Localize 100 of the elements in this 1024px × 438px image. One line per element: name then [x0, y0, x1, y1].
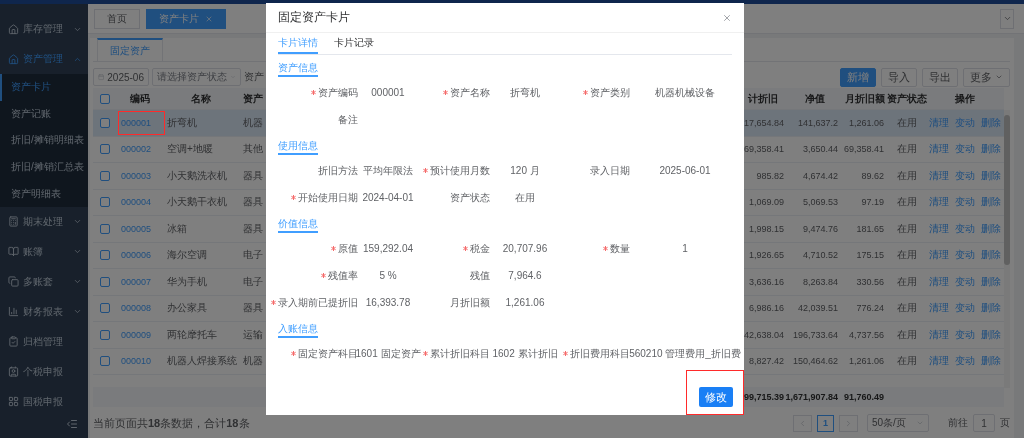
table-cell-text: 在用	[896, 115, 918, 130]
goto-label: 前往	[948, 416, 968, 430]
field-label: 开始使用日期	[298, 190, 358, 205]
table-cell-text: 华为手机	[166, 274, 208, 289]
field-label: 税金	[470, 241, 490, 256]
column-header: 名称	[191, 91, 211, 106]
table-cell-text: 在用	[896, 168, 918, 183]
table-cell-text: 4,737.56	[847, 328, 885, 342]
table-cell-text: 在用	[896, 274, 918, 289]
field-value: 折弯机	[510, 85, 540, 100]
field-label: 录入日期	[590, 163, 630, 178]
table-cell-text: 其他	[242, 142, 264, 157]
field-label: 数量	[610, 241, 630, 256]
table-cell-text: 8,827.42	[747, 355, 785, 369]
table-cell-text: 4,710.52	[801, 249, 839, 263]
field-label: 累计折旧科目	[430, 346, 490, 361]
table-cell-text: 在用	[896, 221, 918, 236]
field-label: 折旧方法	[318, 163, 358, 178]
table-cell-text: 8,263.84	[801, 275, 839, 289]
section-title: 资产信息	[278, 61, 318, 77]
table-cell-text: 3,650.44	[801, 143, 839, 157]
field-label: 原值	[338, 241, 358, 256]
field-value: 16,393.78	[365, 297, 411, 308]
field-label: 月折旧额	[450, 295, 490, 310]
table-cell-text: 1,998.15	[747, 222, 785, 236]
table-cell-text: 1,261.06	[847, 116, 885, 130]
table-cell-text: 在用	[896, 195, 918, 210]
table-cell-text: 在用	[896, 301, 918, 316]
field-label: 残值	[470, 268, 490, 283]
field-value: 平均年限法	[363, 163, 413, 178]
table-cell-text: 小天鹅干衣机	[166, 195, 228, 210]
column-header: 净值	[805, 91, 825, 106]
field-label: 折旧费用科目	[570, 346, 630, 361]
total-value: 91,760.49	[843, 392, 884, 402]
column-header: 编码	[130, 91, 150, 106]
table-cell-text: 在用	[896, 142, 918, 157]
field-value: 在用	[515, 190, 535, 205]
table-cell-text: 42,039.51	[796, 302, 839, 316]
summary-text: 当前页面共18条数据，合计18条	[93, 415, 250, 431]
field-value: 20,707.96	[502, 243, 548, 254]
table-cell-text: 空调+地暖	[166, 142, 214, 157]
table-cell-text: 6,986.16	[747, 302, 785, 316]
table-cell-text: 1,926.65	[747, 249, 785, 263]
table-cell-text: 在用	[896, 248, 918, 263]
table-cell-text: 985.82	[755, 169, 785, 183]
column-header: 计折旧	[748, 91, 778, 106]
dialog-title: 固定资产卡片	[278, 9, 350, 26]
field-value: 2024-04-01	[362, 192, 414, 203]
table-cell-text: 69,358.41	[842, 143, 885, 157]
column-header: 资产	[243, 91, 263, 106]
field-value: 560210 管理费用_折旧费	[629, 346, 741, 361]
field-value: 2025-06	[107, 71, 144, 83]
table-cell-text: 150,464.62	[791, 355, 839, 369]
table-cell-text: 5,069.53	[801, 196, 839, 210]
field-label: 资产编码	[318, 85, 358, 100]
field-label: 资产状态	[450, 190, 490, 205]
field-value: 1601 固定资产	[355, 346, 421, 361]
field-label: 残值率	[328, 268, 358, 283]
section-title: 价值信息	[278, 217, 318, 233]
table-cell-text: 在用	[896, 354, 918, 369]
table-cell-text: 海尔空调	[166, 248, 208, 263]
field-value: 000001	[371, 87, 405, 98]
field-label: 录入期前已提折旧	[278, 295, 358, 310]
field-value: 1602 累计折旧	[492, 346, 558, 361]
table-cell-text: 42,638.04	[742, 328, 785, 342]
table-cell-text: 机器	[242, 115, 264, 130]
field-label: 预计使用月数	[430, 163, 490, 178]
table-cell-text: 69,358.41	[742, 143, 785, 157]
filter-label: 资产	[244, 70, 264, 84]
table-cell-text: 电子	[242, 248, 264, 263]
total-value: 1,671,907.84	[785, 392, 838, 402]
table-cell-text: 175.15	[855, 249, 885, 263]
table-cell-text: 在用	[896, 327, 918, 342]
field-value: 机器机械设备	[655, 85, 715, 100]
table-cell-text: 1,069.09	[747, 196, 785, 210]
field-value: 7,964.6	[508, 270, 542, 281]
field-value: 1	[682, 243, 688, 254]
table-cell-text: 折弯机	[166, 115, 198, 130]
table-cell-text: 3,636.16	[747, 275, 785, 289]
table-cell-text: 9,474.76	[801, 222, 839, 236]
table-cell-text: 97.19	[860, 196, 885, 210]
table-cell-text: 89.62	[860, 169, 885, 183]
table-cell-text: 机器人焊接系统	[166, 354, 238, 369]
field-value: 1,261.06	[505, 297, 545, 308]
field-label: 备注	[338, 112, 358, 127]
field-label: 资产类别	[590, 85, 630, 100]
table-cell-text: 两轮摩托车	[166, 327, 218, 342]
field-value: 159,292.04	[362, 243, 414, 254]
table-cell-text: 电子	[242, 274, 264, 289]
table-cell-text: 机器	[242, 354, 264, 369]
page-unit-label: 页	[1000, 416, 1010, 430]
table-cell-text: 196,733.64	[791, 328, 839, 342]
field-value: 5 %	[379, 270, 397, 281]
table-cell-text: 181.65	[855, 222, 885, 236]
table-cell-text: 17,654.84	[742, 116, 785, 130]
section-title: 入账信息	[278, 322, 318, 338]
column-header: 操作	[955, 91, 975, 106]
table-cell-text: 冰箱	[166, 221, 188, 236]
table-cell-text: 776.24	[855, 302, 885, 316]
table-cell-text: 141,637.2	[796, 116, 839, 130]
